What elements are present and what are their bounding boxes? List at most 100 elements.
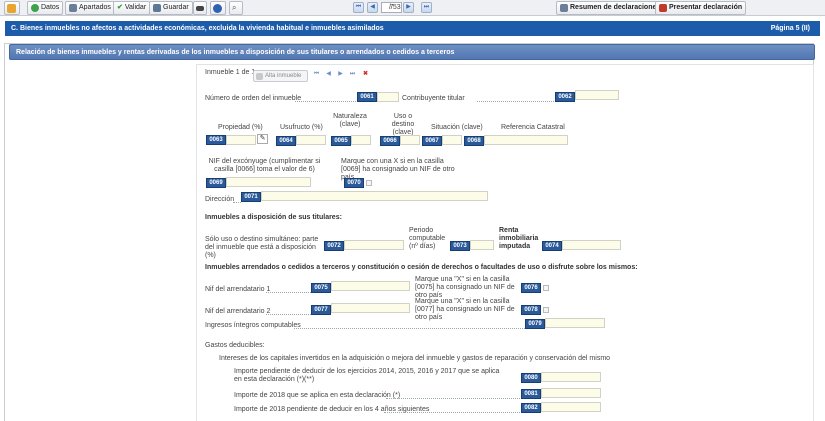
box-0073: 0073 bbox=[450, 241, 470, 251]
box-0076: 0076 bbox=[521, 283, 541, 293]
presentar-button[interactable]: Presentar declaración bbox=[655, 1, 747, 15]
home-icon bbox=[7, 3, 16, 13]
edit-pencil-icon[interactable]: ✎ bbox=[257, 134, 268, 144]
field-0069[interactable] bbox=[226, 177, 311, 187]
direccion-label: Dirección bbox=[205, 196, 235, 203]
pendiente-2018-underline bbox=[384, 412, 520, 413]
submit-icon bbox=[659, 4, 667, 12]
validar-label: Validar bbox=[124, 4, 147, 11]
box-0078: 0078 bbox=[521, 305, 541, 315]
aplica-underline bbox=[386, 398, 520, 399]
box-0061: 0061 bbox=[357, 92, 377, 102]
validar-button[interactable]: ✔ Validar bbox=[113, 1, 151, 15]
alta-inmueble-button[interactable]: Alta inmueble bbox=[253, 70, 308, 82]
field-0063[interactable] bbox=[226, 135, 256, 145]
field-0066[interactable] bbox=[400, 135, 420, 145]
box-0080: 0080 bbox=[521, 373, 541, 383]
direccion-underline bbox=[233, 202, 241, 203]
intereses-label: Intereses de los capitales invertidos en… bbox=[219, 355, 611, 362]
last-inmueble-icon[interactable]: ⏭ bbox=[348, 70, 357, 79]
help-button[interactable] bbox=[210, 1, 226, 15]
box-0070: 0070 bbox=[344, 178, 364, 188]
box-0081: 0081 bbox=[521, 389, 541, 399]
guardar-button[interactable]: Guardar bbox=[149, 1, 193, 15]
box-0064: 0064 bbox=[276, 136, 296, 146]
renta-label: Renta inmobiliaria imputada bbox=[499, 227, 539, 250]
field-0072[interactable] bbox=[344, 240, 404, 250]
prev-page-button[interactable]: ◀ bbox=[367, 2, 378, 13]
field-0081[interactable] bbox=[541, 388, 601, 398]
field-0079[interactable] bbox=[545, 318, 605, 328]
ingresos-underline bbox=[294, 328, 525, 329]
solo-uso-label: Sólo uso o destino simultáneo: parte del… bbox=[205, 236, 319, 259]
field-0082[interactable] bbox=[541, 402, 601, 412]
box-0071: 0071 bbox=[241, 192, 261, 202]
box-0068: 0068 bbox=[464, 136, 484, 146]
search-button[interactable]: ⌕ bbox=[229, 1, 243, 15]
naturaleza-label: Naturaleza (clave) bbox=[333, 113, 367, 128]
resumen-button[interactable]: Resumen de declaraciones bbox=[556, 1, 665, 15]
aplica-label: Importe de 2018 que se aplica en esta de… bbox=[234, 392, 401, 399]
page-total: / 53 bbox=[389, 4, 401, 11]
box-0077: 0077 bbox=[311, 305, 331, 315]
orden-underline bbox=[295, 101, 356, 102]
last-page-button[interactable]: ⏭ bbox=[421, 2, 432, 13]
field-0075[interactable] bbox=[331, 281, 410, 291]
box-0062: 0062 bbox=[555, 92, 575, 102]
field-0077[interactable] bbox=[331, 303, 410, 313]
uso-label: Uso o destino (clave) bbox=[391, 113, 415, 136]
nif2-label: Nif del arrendatario 2 bbox=[205, 308, 271, 315]
datos-button[interactable]: Datos bbox=[27, 1, 64, 15]
box-0065: 0065 bbox=[331, 136, 351, 146]
checkbox-0070[interactable] bbox=[366, 180, 372, 186]
panel-title: Relación de bienes inmuebles y rentas de… bbox=[9, 44, 815, 60]
titular-label: Contribuyente titular bbox=[402, 95, 465, 102]
save-icon bbox=[153, 4, 161, 12]
field-0080[interactable] bbox=[541, 372, 601, 382]
next-inmueble-icon[interactable]: ▶ bbox=[336, 70, 345, 79]
field-0061[interactable] bbox=[377, 92, 399, 102]
box-0063: 0063 bbox=[206, 135, 226, 145]
home-button[interactable] bbox=[4, 1, 20, 15]
field-0067[interactable] bbox=[442, 135, 462, 145]
disposicion-heading: Inmuebles a disposición de sus titulares… bbox=[205, 214, 342, 221]
apartados-icon bbox=[69, 4, 77, 12]
field-0062[interactable] bbox=[575, 90, 619, 100]
toolbar: Datos Apartados ✔ Validar Guardar ⌕ ⏮ ◀ … bbox=[0, 0, 825, 16]
prev-inmueble-icon[interactable]: ◀ bbox=[324, 70, 333, 79]
inmueble-counter: Inmueble 1 de 1 bbox=[205, 69, 256, 76]
field-0065[interactable] bbox=[351, 135, 371, 145]
next-page-button[interactable]: ▶ bbox=[403, 2, 414, 13]
box-0079: 0079 bbox=[525, 319, 545, 329]
apartados-button[interactable]: Apartados bbox=[65, 1, 115, 15]
field-0068[interactable] bbox=[484, 135, 568, 145]
box-0067: 0067 bbox=[422, 136, 442, 146]
delete-inmueble-icon[interactable]: ✖ bbox=[361, 70, 370, 79]
first-inmueble-icon[interactable]: ⏮ bbox=[312, 70, 321, 79]
box-0082: 0082 bbox=[521, 403, 541, 413]
field-0073[interactable] bbox=[470, 240, 494, 250]
field-0071[interactable] bbox=[261, 191, 488, 201]
usufructo-label: Usufructo (%) bbox=[280, 124, 323, 131]
field-0074[interactable] bbox=[562, 240, 621, 250]
orden-label: Número de orden del inmueble bbox=[205, 95, 302, 102]
referencia-label: Referencia Catastral bbox=[501, 124, 565, 131]
nif-conyuge-label: NIF del excónyuge (cumplimentar si casil… bbox=[208, 158, 321, 173]
arrendados-heading: Inmuebles arrendados o cedidos a tercero… bbox=[205, 264, 638, 271]
search-icon: ⌕ bbox=[232, 3, 237, 12]
check-icon: ✔ bbox=[117, 4, 123, 11]
marque-0075-label: Marque una "X" si en la casilla [0075] h… bbox=[415, 276, 515, 299]
alta-label: Alta inmueble bbox=[265, 73, 302, 79]
box-0075: 0075 bbox=[311, 283, 331, 293]
guardar-label: Guardar bbox=[163, 4, 189, 11]
field-0064[interactable] bbox=[296, 135, 326, 145]
checkbox-0076[interactable] bbox=[543, 285, 549, 291]
summary-icon bbox=[560, 4, 568, 12]
box-0066: 0066 bbox=[380, 136, 400, 146]
checkbox-0078[interactable] bbox=[543, 307, 549, 313]
box-0069: 0069 bbox=[206, 178, 226, 188]
print-button[interactable] bbox=[193, 1, 207, 15]
first-page-button[interactable]: ⏮ bbox=[353, 2, 364, 13]
gastos-heading: Gastos deducibles: bbox=[205, 342, 265, 349]
resumen-label: Resumen de declaraciones bbox=[570, 4, 661, 11]
